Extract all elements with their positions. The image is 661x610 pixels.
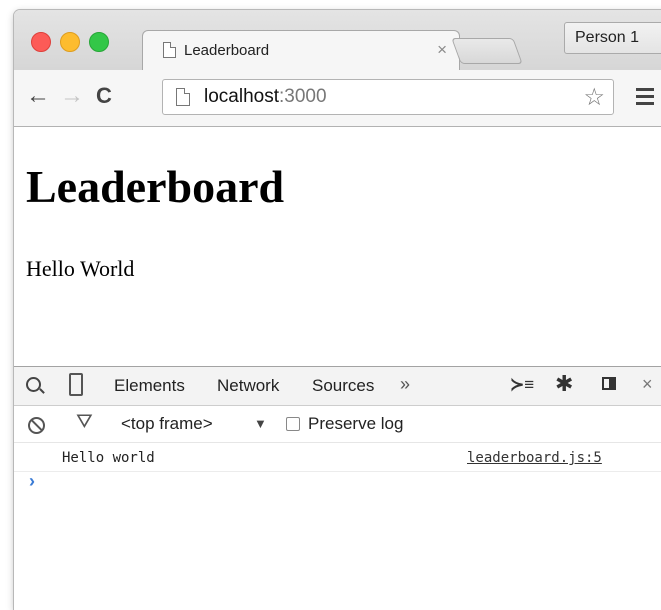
- console-prompt[interactable]: ›: [29, 471, 35, 492]
- devtools-panel: Elements Network Sources » ≻≡ ✱ × ⛛ <top…: [14, 366, 661, 610]
- browser-window: Leaderboard × Person 1 ← → C localhost:3…: [14, 10, 661, 610]
- close-devtools-icon[interactable]: ×: [642, 374, 653, 395]
- page-content: Leaderboard Hello World: [14, 127, 661, 366]
- tab-leaderboard[interactable]: Leaderboard ×: [142, 30, 460, 71]
- preserve-log-checkbox[interactable]: [286, 417, 300, 431]
- tab-sources[interactable]: Sources: [312, 376, 374, 396]
- dock-icon[interactable]: [602, 377, 616, 390]
- tab-strip: Leaderboard × Person 1: [14, 10, 661, 71]
- profile-button[interactable]: Person 1: [564, 22, 661, 54]
- minimize-window-button[interactable]: [60, 32, 80, 52]
- url-text: localhost:3000: [204, 86, 327, 108]
- chevron-down-icon[interactable]: ▼: [254, 416, 267, 431]
- new-tab-button[interactable]: [451, 38, 523, 64]
- filter-icon[interactable]: ⛛: [76, 411, 93, 434]
- close-window-button[interactable]: [31, 32, 51, 52]
- tab-elements[interactable]: Elements: [114, 376, 185, 396]
- console-message-text: Hello world: [62, 450, 155, 466]
- page-icon: [163, 42, 176, 58]
- gear-icon[interactable]: ✱: [555, 371, 573, 397]
- console-toolbar: ⛛ <top frame> ▼ Preserve log: [14, 406, 661, 443]
- menu-icon[interactable]: [636, 88, 654, 109]
- clear-icon[interactable]: [28, 417, 45, 434]
- forward-button[interactable]: →: [60, 83, 84, 109]
- more-tabs-icon[interactable]: »: [400, 374, 410, 395]
- url-host: localhost: [204, 86, 279, 107]
- tab-title: Leaderboard: [184, 42, 270, 59]
- page-icon: [176, 88, 190, 106]
- browser-toolbar: ← → C localhost:3000 ☆: [14, 70, 661, 127]
- url-port: :3000: [279, 86, 327, 107]
- zoom-window-button[interactable]: [89, 32, 109, 52]
- search-icon[interactable]: [26, 377, 41, 392]
- frame-selector[interactable]: <top frame>: [121, 414, 213, 434]
- console-source-link[interactable]: leaderboard.js:5: [467, 450, 602, 466]
- back-button[interactable]: ←: [26, 83, 50, 109]
- address-bar[interactable]: localhost:3000 ☆: [162, 79, 614, 115]
- reload-button[interactable]: C: [96, 83, 112, 109]
- star-icon[interactable]: ☆: [583, 83, 605, 112]
- drawer-icon[interactable]: ≻≡: [510, 375, 534, 395]
- device-mode-icon[interactable]: [69, 373, 83, 396]
- tab-close-icon[interactable]: ×: [437, 40, 447, 60]
- devtools-tabbar: Elements Network Sources » ≻≡ ✱ ×: [14, 367, 661, 406]
- tab-network[interactable]: Network: [217, 376, 279, 396]
- preserve-log-label[interactable]: Preserve log: [308, 414, 403, 434]
- page-body-text: Hello World: [26, 256, 135, 281]
- page-heading: Leaderboard: [26, 161, 285, 212]
- console-message: Hello world leaderboard.js:5: [14, 443, 661, 472]
